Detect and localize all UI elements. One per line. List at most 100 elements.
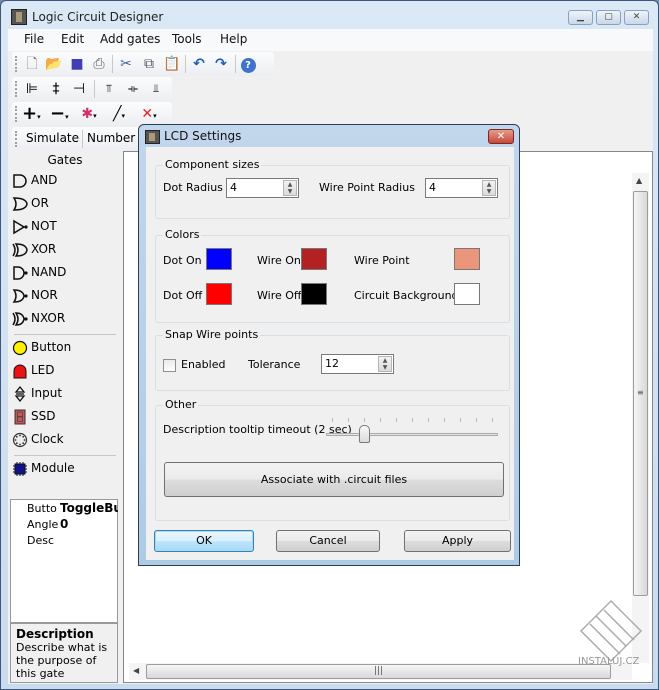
component-button[interactable]: Button	[12, 337, 71, 357]
help-icon[interactable]: ?	[239, 55, 257, 73]
description-panel: Description Describe what is the purpose…	[10, 623, 118, 683]
delete-dropdown-icon[interactable]: ✕▾	[140, 105, 158, 123]
wire-on-label: Wire On	[257, 254, 301, 267]
copy-icon[interactable]: ⧉	[140, 55, 158, 73]
slider-tick	[460, 418, 461, 422]
redo-icon[interactable]: ↷	[212, 55, 230, 73]
property-row[interactable]: Butto ToggleBut	[11, 501, 118, 517]
open-icon[interactable]: 📂	[45, 55, 63, 73]
tolerance-spinner[interactable]: 12 ▲ ▼	[321, 354, 394, 374]
align-middle-icon[interactable]: ⟛	[124, 80, 142, 98]
tolerance-label: Tolerance	[248, 358, 301, 371]
menu-tools[interactable]: Tools	[172, 32, 202, 46]
property-row[interactable]: Angle 0	[11, 517, 117, 533]
component-clock[interactable]: Clock	[12, 429, 64, 449]
tolerance-value[interactable]: 12	[325, 357, 339, 370]
dot-radius-value[interactable]: 4	[230, 181, 237, 194]
cancel-button[interactable]: Cancel	[276, 530, 380, 552]
toolbar-grip[interactable]	[15, 131, 17, 147]
dot-off-color-swatch[interactable]	[206, 283, 232, 305]
gates-panel: Gates AND OR NOT XOR NAND NOR NXOR Butto…	[10, 149, 120, 519]
clock-icon	[12, 432, 28, 447]
tooltip-timeout-slider[interactable]	[326, 414, 498, 444]
component-input[interactable]: Input	[12, 383, 62, 403]
wire-point-radius-spinner[interactable]: 4 ▲ ▼	[425, 178, 498, 198]
circuit-background-color-swatch[interactable]	[454, 283, 480, 305]
snap-enabled-label[interactable]: Enabled	[181, 358, 225, 371]
scroll-left-icon[interactable]: ◀	[133, 666, 139, 675]
associate-files-button[interactable]: Associate with .circuit files	[164, 462, 504, 497]
remove-dropdown-icon[interactable]: −▾	[50, 105, 69, 123]
property-row[interactable]: Desc	[11, 533, 117, 549]
gate-and[interactable]: AND	[12, 170, 57, 190]
wire-point-color-swatch[interactable]	[454, 248, 480, 270]
property-value[interactable]: ToggleBut	[60, 501, 118, 515]
cut-icon[interactable]: ✂	[117, 55, 135, 73]
component-ssd[interactable]: SSD	[12, 406, 55, 426]
vertical-scrollbar[interactable]: ▲ ≡	[632, 173, 649, 663]
vertical-scroll-thumb[interactable]: ≡	[633, 191, 648, 596]
wire-point-radius-value[interactable]: 4	[429, 181, 436, 194]
component-label: Module	[31, 461, 75, 475]
wire-point-radius-label: Wire Point Radius	[319, 181, 415, 194]
menu-edit[interactable]: Edit	[61, 32, 84, 46]
toolbar-grip[interactable]	[15, 81, 17, 97]
dot-radius-spinner[interactable]: 4 ▲ ▼	[226, 178, 299, 198]
align-toolbar: ⊫ ‡ ⊣ ⫪ ⟛ ⫫	[12, 77, 172, 101]
toolbar-grip[interactable]	[15, 106, 17, 122]
align-left-icon[interactable]: ⊫	[23, 80, 41, 98]
gate-nor[interactable]: NOR	[12, 285, 58, 305]
gate-nand[interactable]: NAND	[12, 262, 66, 282]
toolbar-separator	[112, 55, 113, 73]
add-dropdown-icon[interactable]: +▾	[22, 105, 41, 123]
save-icon[interactable]: ■	[68, 55, 86, 73]
gate-not[interactable]: NOT	[12, 216, 57, 236]
spinner-buttons[interactable]: ▲ ▼	[283, 180, 297, 196]
toolbar-separator	[82, 130, 83, 148]
paste-icon[interactable]: 📋	[163, 55, 181, 73]
slider-track[interactable]	[326, 433, 498, 436]
gate-xor[interactable]: XOR	[12, 239, 56, 259]
property-value[interactable]: 0	[60, 517, 118, 531]
wire-dropdown-icon[interactable]: ╱▾	[110, 105, 128, 123]
simulate-button[interactable]: Simulate	[26, 131, 79, 145]
toolbar-grip[interactable]	[15, 56, 17, 72]
minimize-button[interactable]: ▁	[568, 10, 593, 25]
menu-help[interactable]: Help	[220, 32, 247, 46]
close-button[interactable]: ✕	[624, 10, 649, 25]
horizontal-scrollbar[interactable]: ◀ |||	[129, 663, 632, 680]
wire-on-color-swatch[interactable]	[301, 248, 327, 270]
component-module[interactable]: Module	[12, 458, 75, 478]
maximize-button[interactable]: ▢	[596, 10, 621, 25]
align-bottom-icon[interactable]: ⫫	[147, 80, 165, 98]
horizontal-scroll-thumb[interactable]: |||	[146, 664, 611, 679]
tooltip-timeout-label: Description tooltip timeout (2 sec)	[163, 423, 352, 436]
new-icon[interactable]: 🗋	[23, 55, 41, 73]
spinner-buttons[interactable]: ▲ ▼	[482, 180, 496, 196]
scroll-up-icon[interactable]: ▲	[636, 176, 642, 185]
align-right-icon[interactable]: ⊣	[70, 80, 88, 98]
nor-gate-icon	[12, 288, 28, 303]
and-gate-icon	[13, 173, 27, 188]
wire-off-color-swatch[interactable]	[301, 283, 327, 305]
wire-point-dropdown-icon[interactable]: ✱▾	[80, 105, 98, 123]
gate-nxor[interactable]: NXOR	[12, 308, 65, 328]
apply-button[interactable]: Apply	[404, 530, 511, 552]
app-icon	[11, 9, 27, 25]
align-top-icon[interactable]: ⫪	[100, 80, 118, 98]
component-led[interactable]: LED	[12, 360, 55, 380]
snap-enabled-checkbox[interactable]	[163, 359, 176, 372]
undo-icon[interactable]: ↶	[190, 55, 208, 73]
print-icon[interactable]: ⎙	[90, 55, 108, 73]
ok-button[interactable]: OK	[154, 530, 254, 552]
spinner-buttons[interactable]: ▲ ▼	[378, 356, 392, 372]
dot-on-color-swatch[interactable]	[206, 248, 232, 270]
dialog-close-button[interactable]: ✕	[488, 129, 514, 144]
component-label: Clock	[31, 432, 64, 446]
menu-add-gates[interactable]: Add gates	[100, 32, 160, 46]
slider-thumb[interactable]	[359, 425, 370, 443]
gate-or[interactable]: OR	[12, 193, 49, 213]
align-center-icon[interactable]: ‡	[47, 80, 65, 98]
not-gate-icon	[13, 219, 28, 234]
menu-file[interactable]: File	[24, 32, 44, 46]
